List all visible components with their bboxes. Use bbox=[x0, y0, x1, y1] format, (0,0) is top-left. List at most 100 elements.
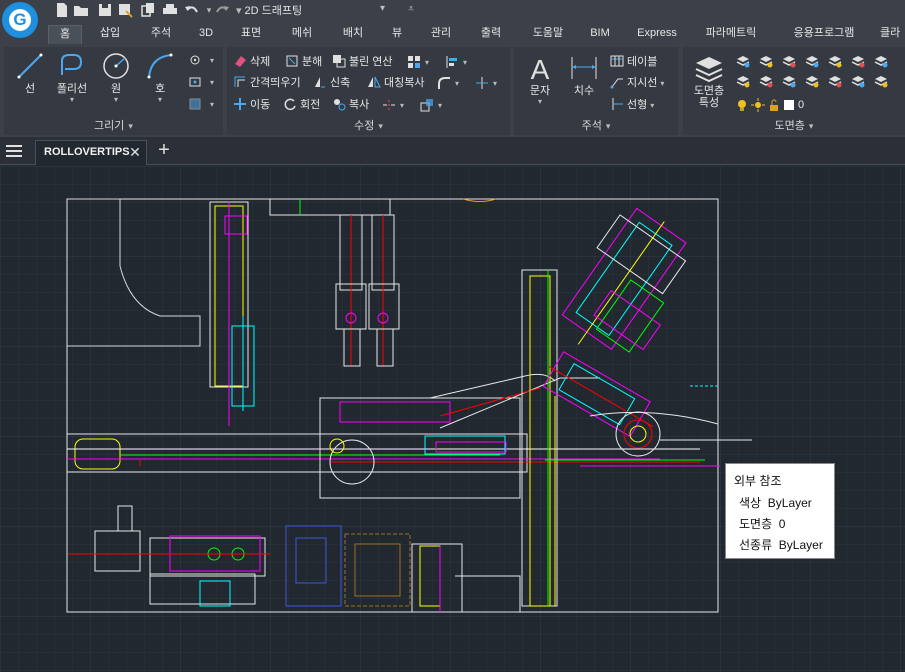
erase-button[interactable]: 삭제 bbox=[233, 53, 270, 71]
tab-mesh[interactable]: 메쉬 bbox=[284, 25, 320, 44]
tab-surface[interactable]: 표면 bbox=[233, 25, 269, 44]
hatch-dropdown-icon[interactable]: ▾ bbox=[210, 100, 214, 109]
hatch-icon[interactable] bbox=[188, 97, 202, 111]
fillet-dropdown-icon[interactable]: ▾ bbox=[455, 79, 459, 88]
new-tab-plus-icon[interactable]: + bbox=[155, 140, 173, 160]
tab-view[interactable]: 뷰 bbox=[384, 25, 410, 44]
customize-quick-access-icon[interactable]: ⩡ bbox=[408, 3, 414, 16]
array-icon[interactable] bbox=[407, 55, 421, 69]
linetype-dropdown-icon[interactable]: ▾ bbox=[650, 101, 654, 110]
layer-freeze-icon[interactable] bbox=[781, 53, 797, 69]
workspace-dropdown-icon[interactable]: ▾ bbox=[380, 3, 385, 14]
table-button[interactable]: 테이블 bbox=[610, 53, 657, 71]
arc-dropdown-icon[interactable]: ▾ bbox=[142, 96, 178, 104]
layer-unlock-all-icon[interactable] bbox=[804, 73, 820, 89]
new-file-icon[interactable] bbox=[54, 2, 70, 18]
drawing-canvas[interactable] bbox=[0, 166, 905, 672]
tab-manage[interactable]: 관리 bbox=[423, 25, 459, 44]
current-layer-name[interactable]: 0 bbox=[798, 96, 804, 114]
leader-dropdown-icon[interactable]: ▾ bbox=[660, 79, 664, 88]
tab-bim[interactable]: BIM bbox=[584, 25, 616, 44]
polyline-dropdown-icon[interactable]: ▾ bbox=[52, 96, 92, 104]
align-icon[interactable] bbox=[445, 55, 459, 69]
tab-output[interactable]: 출력 bbox=[473, 25, 509, 44]
layer-unisolate-icon[interactable] bbox=[758, 73, 774, 89]
align-dropdown-icon[interactable]: ▾ bbox=[463, 58, 467, 67]
panel-modify-title[interactable]: 수정 ▾ bbox=[227, 117, 510, 133]
trim-icon[interactable] bbox=[475, 76, 489, 90]
tab-applications[interactable]: 응용프로그램 bbox=[784, 25, 864, 44]
tab-help[interactable]: 도움말 bbox=[526, 25, 570, 44]
line-button[interactable]: 선 bbox=[12, 51, 48, 96]
polyline-button[interactable]: 폴리선 ▾ bbox=[52, 51, 92, 104]
stretch-button[interactable]: 신축 bbox=[313, 74, 350, 92]
tab-3d[interactable]: 3D bbox=[193, 25, 219, 44]
text-button[interactable]: A 문자 ▾ bbox=[522, 53, 558, 106]
print-icon[interactable] bbox=[162, 2, 178, 18]
circle-button[interactable]: 원 ▾ bbox=[98, 51, 134, 104]
explode-button[interactable]: 분해 bbox=[285, 53, 322, 71]
layer-change-icon[interactable] bbox=[850, 73, 866, 89]
layer-walk-icon[interactable] bbox=[827, 73, 843, 89]
tab-annotate[interactable]: 주석 bbox=[143, 25, 179, 44]
fillet-icon[interactable] bbox=[437, 76, 451, 90]
arc-button[interactable]: 호 ▾ bbox=[142, 51, 178, 104]
trim-dropdown-icon[interactable]: ▾ bbox=[493, 79, 497, 88]
circle-dropdown-icon[interactable]: ▾ bbox=[98, 96, 134, 104]
layer-on-all-icon[interactable] bbox=[735, 73, 751, 89]
layer-on-bulb-icon[interactable] bbox=[735, 98, 749, 112]
leader-button[interactable]: 지시선 ▾ bbox=[610, 74, 664, 92]
panel-layers-title[interactable]: 도면층 ▾ bbox=[683, 117, 905, 133]
break-icon[interactable] bbox=[382, 98, 396, 112]
rotate-button[interactable]: 회전 bbox=[283, 96, 320, 114]
layer-match-icon[interactable] bbox=[827, 53, 843, 69]
boolean-button[interactable]: 불린 연산 bbox=[332, 53, 393, 71]
layer-lock-icon[interactable] bbox=[804, 53, 820, 69]
layer-delete-icon[interactable] bbox=[873, 73, 889, 89]
panel-draw-title[interactable]: 그리기 ▾ bbox=[4, 117, 223, 133]
scale-dropdown-icon[interactable]: ▾ bbox=[438, 101, 442, 110]
undo-icon[interactable] bbox=[183, 2, 199, 18]
mirror-button[interactable]: 대칭복사 bbox=[367, 74, 424, 92]
layer-properties-button[interactable]: 도면층 특성 bbox=[687, 53, 731, 109]
save-as-icon[interactable] bbox=[117, 2, 133, 18]
break-dropdown-icon[interactable]: ▾ bbox=[400, 101, 404, 110]
tab-insert[interactable]: 삽입 bbox=[92, 25, 128, 44]
layer-off-icon[interactable] bbox=[735, 53, 751, 69]
app-logo-icon[interactable]: G bbox=[2, 2, 38, 38]
layer-previous-icon[interactable] bbox=[850, 53, 866, 69]
layer-unlock-icon[interactable] bbox=[767, 98, 781, 112]
layer-color-swatch-icon[interactable] bbox=[782, 98, 796, 112]
tab-express[interactable]: Express bbox=[632, 25, 682, 44]
layer-merge-icon[interactable] bbox=[873, 53, 889, 69]
copy-icon[interactable] bbox=[140, 2, 156, 18]
tab-home[interactable]: 홈 bbox=[48, 25, 82, 44]
layer-isolate-icon[interactable] bbox=[758, 53, 774, 69]
scale-icon[interactable] bbox=[420, 98, 434, 112]
document-tab[interactable]: ROLLOVERTIPS ✕ bbox=[35, 140, 147, 165]
tab-cloud[interactable]: 클라 bbox=[880, 25, 905, 44]
point-icon[interactable] bbox=[188, 53, 202, 67]
text-dropdown-icon[interactable]: ▾ bbox=[522, 98, 558, 106]
move-button[interactable]: 이동 bbox=[233, 96, 270, 114]
workspace-selector[interactable]: ▾ 2D 드래프팅 bbox=[236, 3, 386, 19]
linetype-button[interactable]: 선형 ▾ bbox=[610, 96, 654, 114]
open-folder-icon[interactable] bbox=[73, 2, 89, 18]
tab-layout[interactable]: 배치 bbox=[335, 25, 371, 44]
close-icon[interactable]: ✕ bbox=[128, 145, 142, 159]
layer-thaw-sun-icon[interactable] bbox=[751, 98, 765, 112]
rectangle-dropdown-icon[interactable]: ▾ bbox=[210, 78, 214, 87]
offset-button[interactable]: 간격띄우기 bbox=[233, 74, 301, 92]
layer-thaw-all-icon[interactable] bbox=[781, 73, 797, 89]
rectangle-icon[interactable] bbox=[188, 75, 202, 89]
copy-button[interactable]: 복사 bbox=[332, 96, 369, 114]
point-dropdown-icon[interactable]: ▾ bbox=[210, 56, 214, 65]
tab-parametric[interactable]: 파라메트릭 bbox=[697, 25, 765, 44]
dimension-icon bbox=[571, 57, 597, 79]
redo-icon[interactable] bbox=[215, 2, 231, 18]
panel-annotation-title[interactable]: 주석 ▾ bbox=[514, 117, 678, 133]
dimension-button[interactable]: 치수 bbox=[566, 53, 602, 98]
array-dropdown-icon[interactable]: ▾ bbox=[425, 58, 429, 67]
hamburger-menu-icon[interactable] bbox=[6, 145, 22, 157]
save-icon[interactable] bbox=[97, 2, 113, 18]
